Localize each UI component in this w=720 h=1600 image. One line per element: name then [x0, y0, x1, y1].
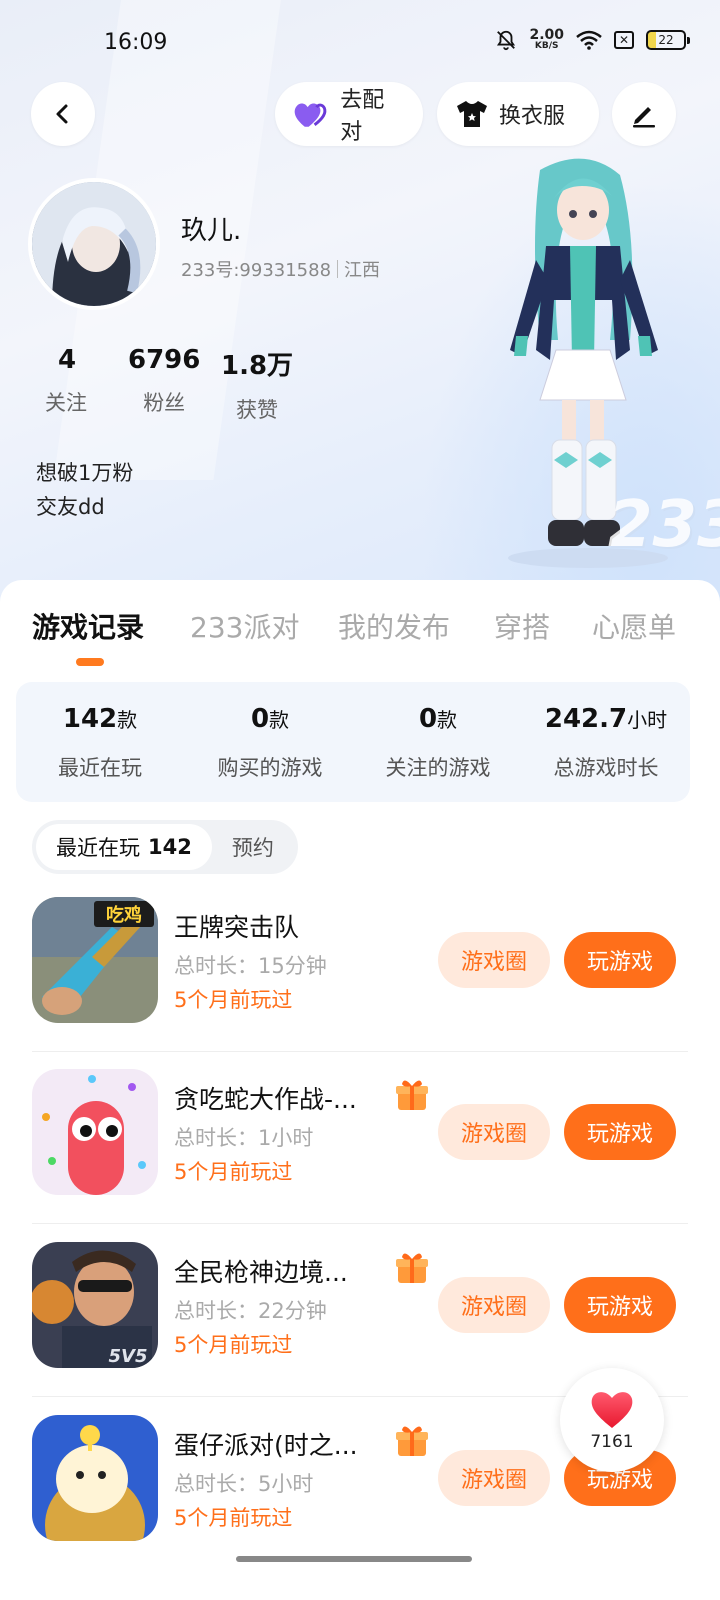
- following-stat[interactable]: 4 关注: [45, 345, 87, 417]
- eggy-party-icon: [32, 1415, 158, 1541]
- game-duration: 总时长：5小时: [174, 1472, 314, 1496]
- play-game-button[interactable]: 玩游戏: [564, 1104, 676, 1160]
- list-item[interactable]: 吃鸡 王牌突击队 总时长：15分钟 5个月前玩过 游戏圈 玩游戏: [32, 880, 688, 1052]
- game-name: 蛋仔派对(时之...: [174, 1431, 358, 1460]
- play-game-button[interactable]: 玩游戏: [564, 932, 676, 988]
- status-bar: 16:09 2.00 KB/S ✕ 22: [0, 24, 720, 64]
- gift-icon: [396, 1426, 428, 1456]
- game-duration: 总时长：1小时: [174, 1126, 314, 1150]
- 233-badge: 233: [608, 488, 720, 562]
- tab-my-posts[interactable]: 我的发布: [338, 606, 450, 646]
- game-last-played: 5个月前玩过: [174, 1333, 293, 1357]
- game-name: 贪吃蛇大作战-...: [174, 1085, 357, 1114]
- battery-icon: 22: [646, 29, 690, 50]
- tab-233-party[interactable]: 233派对: [190, 606, 299, 646]
- game-last-played: 5个月前玩过: [174, 988, 293, 1012]
- summary-followed[interactable]: 0款 关注的游戏: [378, 704, 498, 782]
- list-item[interactable]: 贪吃蛇大作战-... 总时长：1小时 5个月前玩过 游戏圈 玩游戏: [32, 1052, 688, 1224]
- user-bio: 想破1万粉 交友dd: [36, 456, 133, 524]
- match-button[interactable]: 去配对: [275, 82, 423, 146]
- game-icon: [32, 1069, 158, 1195]
- match-label: 去配对: [340, 88, 385, 145]
- user-name: 玖儿.: [181, 216, 242, 246]
- gun-game-icon: 吃鸡: [32, 897, 158, 1023]
- game-summary: 142款 最近在玩 0款 购买的游戏 0款 关注的游戏 242.7小时 总游戏时…: [16, 682, 690, 802]
- avatar-illustration: [32, 182, 156, 306]
- game-name: 全民枪神边境...: [174, 1258, 348, 1287]
- summary-purchased[interactable]: 0款 购买的游戏: [210, 704, 330, 782]
- followers-stat[interactable]: 6796 粉丝: [128, 345, 200, 417]
- user-id: 233号:99331588: [181, 260, 332, 281]
- user-region: 江西: [344, 260, 381, 281]
- tab-outfits[interactable]: 穿搭: [494, 606, 550, 646]
- game-last-played: 5个月前玩过: [174, 1160, 293, 1184]
- segment-reserved[interactable]: 预约: [212, 824, 294, 870]
- wifi-icon: [576, 30, 602, 50]
- game-last-played: 5个月前玩过: [174, 1506, 293, 1530]
- heart-icon: [591, 1392, 633, 1428]
- segment-recent[interactable]: 最近在玩 142: [36, 824, 212, 870]
- change-outfit-label: 换衣服: [499, 104, 566, 129]
- home-indicator[interactable]: [236, 1556, 472, 1562]
- shooter-game-icon: 5V5: [32, 1242, 158, 1368]
- game-name: 王牌突击队: [174, 913, 300, 942]
- icon-badge-text: 5V5: [109, 1346, 148, 1367]
- bio-line: 交友dd: [36, 495, 105, 519]
- icon-badge-text: 吃鸡: [106, 904, 142, 926]
- tab-indicator: [76, 658, 104, 666]
- network-speed: 2.00 KB/S: [529, 27, 564, 51]
- mute-bell-icon: [497, 30, 516, 50]
- summary-recent[interactable]: 142款 最近在玩: [52, 704, 148, 782]
- back-button[interactable]: [31, 82, 95, 146]
- chevron-left-icon: [56, 104, 68, 124]
- change-outfit-button[interactable]: 换衣服: [437, 82, 599, 146]
- game-icon: 5V5: [32, 1242, 158, 1368]
- user-id-row: 233号:99331588 江西: [181, 256, 380, 282]
- gift-icon: [396, 1253, 428, 1283]
- snake-game-icon: [32, 1069, 158, 1195]
- games-filter-segment: 最近在玩 142 预约: [32, 820, 298, 874]
- play-game-button[interactable]: 玩游戏: [564, 1277, 676, 1333]
- divider: [32, 1223, 688, 1224]
- divider: [337, 260, 339, 278]
- tab-game-records[interactable]: 游戏记录: [32, 606, 144, 646]
- summary-playtime[interactable]: 242.7小时 总游戏时长: [536, 704, 676, 782]
- pencil-icon: [633, 107, 655, 128]
- avatar[interactable]: [28, 178, 160, 310]
- game-icon: [32, 1415, 158, 1541]
- floating-like-button[interactable]: 7161: [560, 1368, 664, 1472]
- bio-line: 想破1万粉: [36, 461, 134, 485]
- profile-tabs: 游戏记录 233派对 我的发布 穿搭 心愿单: [0, 606, 720, 646]
- game-circle-button[interactable]: 游戏圈: [438, 1450, 550, 1506]
- tab-wishlist[interactable]: 心愿单: [592, 606, 676, 646]
- game-duration: 总时长：15分钟: [174, 954, 327, 978]
- game-duration: 总时长：22分钟: [174, 1299, 327, 1323]
- game-circle-button[interactable]: 游戏圈: [438, 932, 550, 988]
- game-circle-button[interactable]: 游戏圈: [438, 1277, 550, 1333]
- edit-button[interactable]: [612, 82, 676, 146]
- status-time: 16:09: [104, 30, 168, 55]
- status-icons: 2.00 KB/S ✕ 22: [495, 27, 690, 51]
- tshirt-icon: [457, 101, 487, 127]
- likes-stat[interactable]: 1.8万 获赞: [221, 345, 293, 424]
- game-circle-button[interactable]: 游戏圈: [438, 1104, 550, 1160]
- game-icon: 吃鸡: [32, 897, 158, 1023]
- like-count: 7161: [590, 1432, 634, 1452]
- heart-icon: [294, 103, 327, 127]
- gift-icon: [396, 1080, 428, 1110]
- list-item[interactable]: 5V5 全民枪神边境... 总时长：22分钟 5个月前玩过 游戏圈 玩游戏: [32, 1225, 688, 1397]
- no-sim-icon: ✕: [614, 30, 634, 49]
